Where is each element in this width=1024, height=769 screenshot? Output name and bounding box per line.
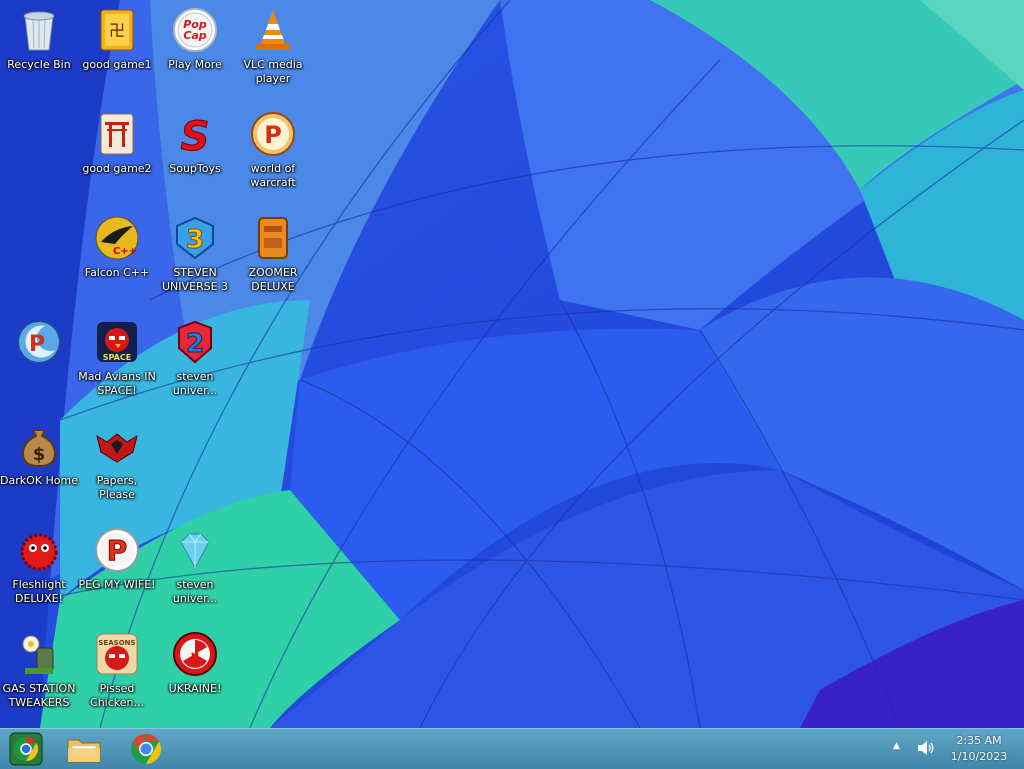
desktop-icon-vlc[interactable]: VLC media player [234,0,312,98]
bejeweled-3-icon: 3 [176,216,214,260]
souptoys-s-icon: S [180,114,210,159]
popcap-icon: Pop Cap [173,8,217,52]
desktop-icon-good-game2[interactable]: good game2 [78,104,156,202]
desktop-icon-label: good game2 [82,162,152,175]
chrome-icon [131,734,162,764]
file-explorer-button[interactable] [62,731,106,767]
desktop-icon-label: Papers, Please [96,474,138,501]
arstotzka-eagle-icon [96,433,138,463]
desktop-icon-label: GAS STATION TWEAKERS [2,682,76,709]
desktop-icon-label: Pissed Chicken... [90,682,144,709]
plants-vs-zombies-icon [22,635,54,674]
angry-birds-space-icon: SPACE [97,322,137,362]
desktop-icon-steven-universe-2[interactable]: 2 steven univer... [156,312,234,410]
svg-text:Cap: Cap [183,29,206,42]
svg-text:C++: C++ [113,246,137,257]
svg-text:SEASONS: SEASONS [98,639,135,647]
bejeweled-2-icon: 2 [178,320,212,364]
file-explorer-icon [67,739,101,763]
desktop-icon-label: UKRAINE! [168,682,222,695]
desktop-icon-peg-my-wife[interactable]: P PEG MY WIFE! [78,520,156,618]
diamond-gem-icon [180,533,210,570]
vlc-cone-icon [256,10,290,50]
desktop-icon-label: Recycle Bin [7,58,71,71]
desktop-icon-label: STEVEN UNIVERSE 3 [161,266,229,293]
desktop-icon-label: SoupToys [169,162,221,175]
start-button[interactable] [4,731,48,767]
desktop-icon-falcon-cpp[interactable]: C++ Falcon C++ [78,208,156,306]
show-hidden-icons-button[interactable]: ▲ [893,741,900,751]
svg-text:2: 2 [186,329,204,359]
clock-date: 1/10/2023 [950,750,1008,763]
chrome-taskbar-button[interactable] [124,731,168,767]
desktop-icon-recycle-bin[interactable]: Recycle Bin [0,0,78,98]
desktop-icon-good-game1[interactable]: 卍 good game1 [78,0,156,98]
desktop-icon-zoomer-deluxe[interactable]: ZOOMER DELUXE [234,208,312,306]
desktop-icon-peggle-nights[interactable]: P [0,312,78,410]
desktop-icon-label: PEG MY WIFE! [78,578,156,591]
clock-time: 2:35 AM [956,734,1002,747]
angry-birds-seasons-icon: SEASONS [96,633,138,675]
system-clock[interactable]: 2:35 AM 1/10/2023 [944,733,1014,765]
desktop-icon-play-more[interactable]: Pop Cap Play More [156,0,234,98]
svg-text:P: P [264,121,282,149]
svg-text:卍: 卍 [109,21,125,40]
desktop-icon-label: steven univer... [172,370,218,397]
fuzzy-red-creature-icon [20,533,58,571]
money-bag-icon: $ [21,429,57,468]
desktop-icon-gas-station-tweakers[interactable]: GAS STATION TWEAKERS [0,624,78,722]
recycle-bin-icon [23,11,55,51]
desktop-icon-label: Mad Avians IN SPACE! [78,370,156,397]
desktop-icon-papers-please[interactable]: Papers, Please [78,416,156,514]
desktop-icon-world-of-warcraft[interactable]: P world of warcraft [234,104,312,202]
svg-text:S: S [181,114,210,158]
desktop-icon-label: ZOOMER DELUXE [248,266,298,293]
desktop-icon-label: Falcon C++ [84,266,150,279]
peggle-nights-icon: P [17,320,61,364]
peggle-p-icon: P [251,112,295,156]
desktop-icon-label: Play More [168,58,222,71]
desktop-icon-ukraine[interactable]: UKRAINE! [156,624,234,722]
desktop-icon-fleshlight-deluxe[interactable]: Fleshlight DELUXE! [0,520,78,618]
desktop-icon-label: steven univer... [172,578,218,605]
torii-tile-icon [100,113,134,155]
desktop-icon-label: DarkOK Home [0,474,78,487]
svg-text:P: P [107,534,128,567]
mahjong-tile-icon: 卍 [100,9,134,51]
desktop-icon-label: VLC media player [243,58,303,85]
desktop-icon-label: Fleshlight DELUXE! [12,578,66,605]
peggle-deluxe-icon: P [95,528,139,572]
radiation-symbol-icon [173,632,217,676]
falcon-icon: C++ [95,216,139,260]
desktop-icon-darkok-home[interactable]: $ DarkOK Home [0,416,78,514]
zuma-idol-icon [258,217,288,259]
desktop-icon-steven-universe-diamond[interactable]: steven univer... [156,520,234,618]
desktop-icon-label: world of warcraft [250,162,296,189]
volume-icon[interactable] [915,737,937,759]
desktop-icon-souptoys[interactable]: S SoupToys [156,104,234,202]
chrome-icon [9,732,43,766]
desktop-icon-pissed-chicken[interactable]: SEASONS Pissed Chicken... [78,624,156,722]
desktop-icon-label: good game1 [82,58,152,71]
svg-text:SPACE: SPACE [103,353,131,362]
svg-text:3: 3 [186,225,204,255]
svg-text:P: P [29,332,45,357]
taskbar: ▲ 2:35 AM 1/10/2023 [0,728,1024,769]
desktop-icon-steven-universe-3[interactable]: 3 STEVEN UNIVERSE 3 [156,208,234,306]
svg-text:$: $ [33,444,46,465]
desktop-icon-mad-avians[interactable]: SPACE Mad Avians IN SPACE! [78,312,156,410]
